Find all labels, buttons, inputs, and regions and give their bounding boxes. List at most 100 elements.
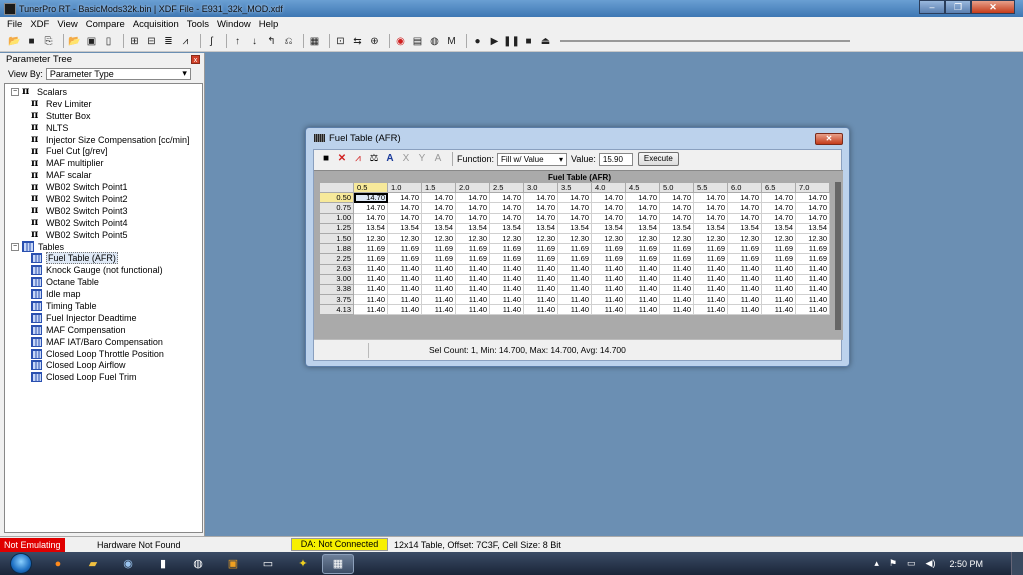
column-header[interactable]: 7.0	[795, 181, 830, 194]
menu-file[interactable]: File	[4, 19, 27, 30]
table-cell[interactable]: 12.30	[727, 232, 762, 245]
table-cell[interactable]: 11.40	[455, 273, 490, 285]
table-cell[interactable]: 12.30	[523, 232, 558, 245]
fuel-window-close-button[interactable]: ✕	[815, 133, 843, 145]
table-cell[interactable]: 11.40	[727, 273, 762, 285]
table-cell[interactable]: 11.69	[387, 253, 422, 265]
app-icon[interactable]: ◉	[112, 554, 144, 574]
up-icon[interactable]: ↑	[231, 35, 244, 48]
table-cell[interactable]: 11.40	[421, 304, 456, 316]
volume-icon[interactable]: ◀)	[926, 558, 936, 569]
table-cell[interactable]: 11.69	[421, 253, 456, 265]
play-icon[interactable]: ▶	[488, 35, 501, 48]
column-header[interactable]: 6.0	[727, 181, 762, 194]
history-icon[interactable]: ⎌	[282, 35, 295, 48]
tree-item-table[interactable]: Octane Table	[7, 276, 202, 288]
transfer-icon[interactable]: ⇆	[351, 35, 364, 48]
tree-item-scalar[interactable]: π MAF scalar	[7, 169, 202, 181]
tree-item-scalar[interactable]: π NLTS	[7, 122, 202, 134]
table-cell[interactable]: 11.40	[353, 304, 388, 316]
row-header[interactable]: 2.63	[319, 263, 354, 275]
table-cell[interactable]: 14.70	[353, 192, 388, 204]
table-cell[interactable]: 11.40	[727, 294, 762, 306]
table-cell[interactable]: 11.69	[625, 243, 660, 255]
row-header[interactable]: 4.13	[319, 304, 354, 316]
menu-compare[interactable]: Compare	[83, 19, 130, 30]
table-cell[interactable]: 14.70	[523, 212, 558, 224]
table-cell[interactable]: 11.69	[727, 243, 762, 255]
table-cell[interactable]: 11.40	[387, 283, 422, 296]
table-cell[interactable]: 11.40	[421, 273, 456, 285]
table-cell[interactable]: 11.40	[761, 273, 796, 285]
minimize-button[interactable]: –	[919, 0, 945, 14]
tree-item-table[interactable]: Closed Loop Fuel Trim	[7, 371, 202, 383]
table-cell[interactable]: 11.69	[591, 253, 626, 265]
table-cell[interactable]: 11.40	[353, 283, 388, 296]
table-cell[interactable]: 11.69	[761, 253, 796, 265]
table-cell[interactable]: 14.70	[455, 212, 490, 224]
table-icon[interactable]: ⊟	[145, 35, 158, 48]
table-cell[interactable]: 11.40	[693, 283, 728, 296]
table-cell[interactable]: 11.40	[591, 273, 626, 285]
table-cell[interactable]: 11.69	[659, 243, 694, 255]
table-cell[interactable]: 14.70	[557, 192, 592, 204]
table-cell[interactable]: 11.40	[761, 263, 796, 275]
network-icon[interactable]: ▭	[907, 558, 916, 569]
table-cell[interactable]: 11.40	[591, 304, 626, 316]
tree-item-table[interactable]: Fuel Table (AFR)	[7, 252, 202, 265]
row-header[interactable]: 3.38	[319, 283, 354, 296]
table-cell[interactable]: 11.40	[455, 304, 490, 316]
row-header[interactable]: 1.50	[319, 232, 354, 245]
table-cell[interactable]: 11.69	[795, 243, 830, 255]
tree-item-table[interactable]: Knock Gauge (not functional)	[7, 264, 202, 276]
runner-icon[interactable]: ✦	[287, 554, 319, 574]
table-cell[interactable]: 11.40	[353, 294, 388, 306]
table-cell[interactable]: 14.70	[523, 192, 558, 204]
table-cell[interactable]: 11.40	[693, 304, 728, 316]
menu-acquisition[interactable]: Acquisition	[130, 19, 184, 30]
start-button[interactable]	[10, 553, 32, 574]
table-cell[interactable]: 11.40	[523, 263, 558, 275]
table-cell[interactable]: 11.40	[795, 304, 830, 316]
row-header[interactable]: 1.88	[319, 243, 354, 255]
tree-item-scalar[interactable]: π WB02 Switch Point5	[7, 229, 202, 241]
view-by-select[interactable]: Parameter Type ▾	[45, 67, 191, 80]
table-cell[interactable]: 14.70	[557, 212, 592, 224]
tree-item-table[interactable]: Fuel Injector Deadtime	[7, 312, 202, 324]
panel-close-button[interactable]: x	[191, 55, 200, 64]
table-cell[interactable]: 11.40	[795, 294, 830, 306]
table-cell[interactable]: 14.70	[625, 212, 660, 224]
terminal-icon[interactable]: ▭	[252, 554, 284, 574]
menu-tools[interactable]: Tools	[184, 19, 214, 30]
table-cell[interactable]: 11.40	[795, 263, 830, 275]
table-cell[interactable]: 11.40	[659, 273, 694, 285]
menu-view[interactable]: View	[54, 19, 82, 30]
table-cell[interactable]: 14.70	[387, 202, 422, 214]
tree-item-table[interactable]: MAF IAT/Baro Compensation	[7, 336, 202, 348]
pause-icon[interactable]: ❚❚	[503, 35, 520, 48]
table-cell[interactable]: 11.40	[523, 283, 558, 296]
table-cell[interactable]: 11.40	[625, 273, 660, 285]
table-cell[interactable]: 11.40	[659, 304, 694, 316]
table-cell[interactable]: 11.40	[455, 263, 490, 275]
table-cell[interactable]: 11.69	[591, 243, 626, 255]
row-header[interactable]: 3.00	[319, 273, 354, 285]
fuel-window-titlebar[interactable]: Fuel Table (AFR)	[306, 128, 849, 148]
new-icon[interactable]: ▯	[102, 35, 115, 48]
firefox-icon[interactable]: ●	[42, 554, 74, 574]
table-cell[interactable]: 14.70	[761, 212, 796, 224]
table-cell[interactable]: 14.70	[421, 192, 456, 204]
column-header[interactable]: 2.5	[489, 181, 524, 194]
table-cell[interactable]: 11.40	[727, 283, 762, 296]
table-cell[interactable]: 11.40	[795, 283, 830, 296]
table-cell[interactable]: 11.40	[421, 294, 456, 306]
notes-icon[interactable]: ▮	[147, 554, 179, 574]
table-cell[interactable]: 11.40	[353, 273, 388, 285]
table-cell[interactable]: 13.54	[421, 222, 456, 234]
table-cell[interactable]: 14.70	[625, 192, 660, 204]
table-cell[interactable]: 14.70	[761, 202, 796, 214]
tree-item-table[interactable]: Closed Loop Throttle Position	[7, 348, 202, 360]
emulate-icon[interactable]: ◉	[394, 35, 407, 48]
table-cell[interactable]: 11.69	[353, 243, 388, 255]
table-cell[interactable]: 14.70	[591, 202, 626, 214]
